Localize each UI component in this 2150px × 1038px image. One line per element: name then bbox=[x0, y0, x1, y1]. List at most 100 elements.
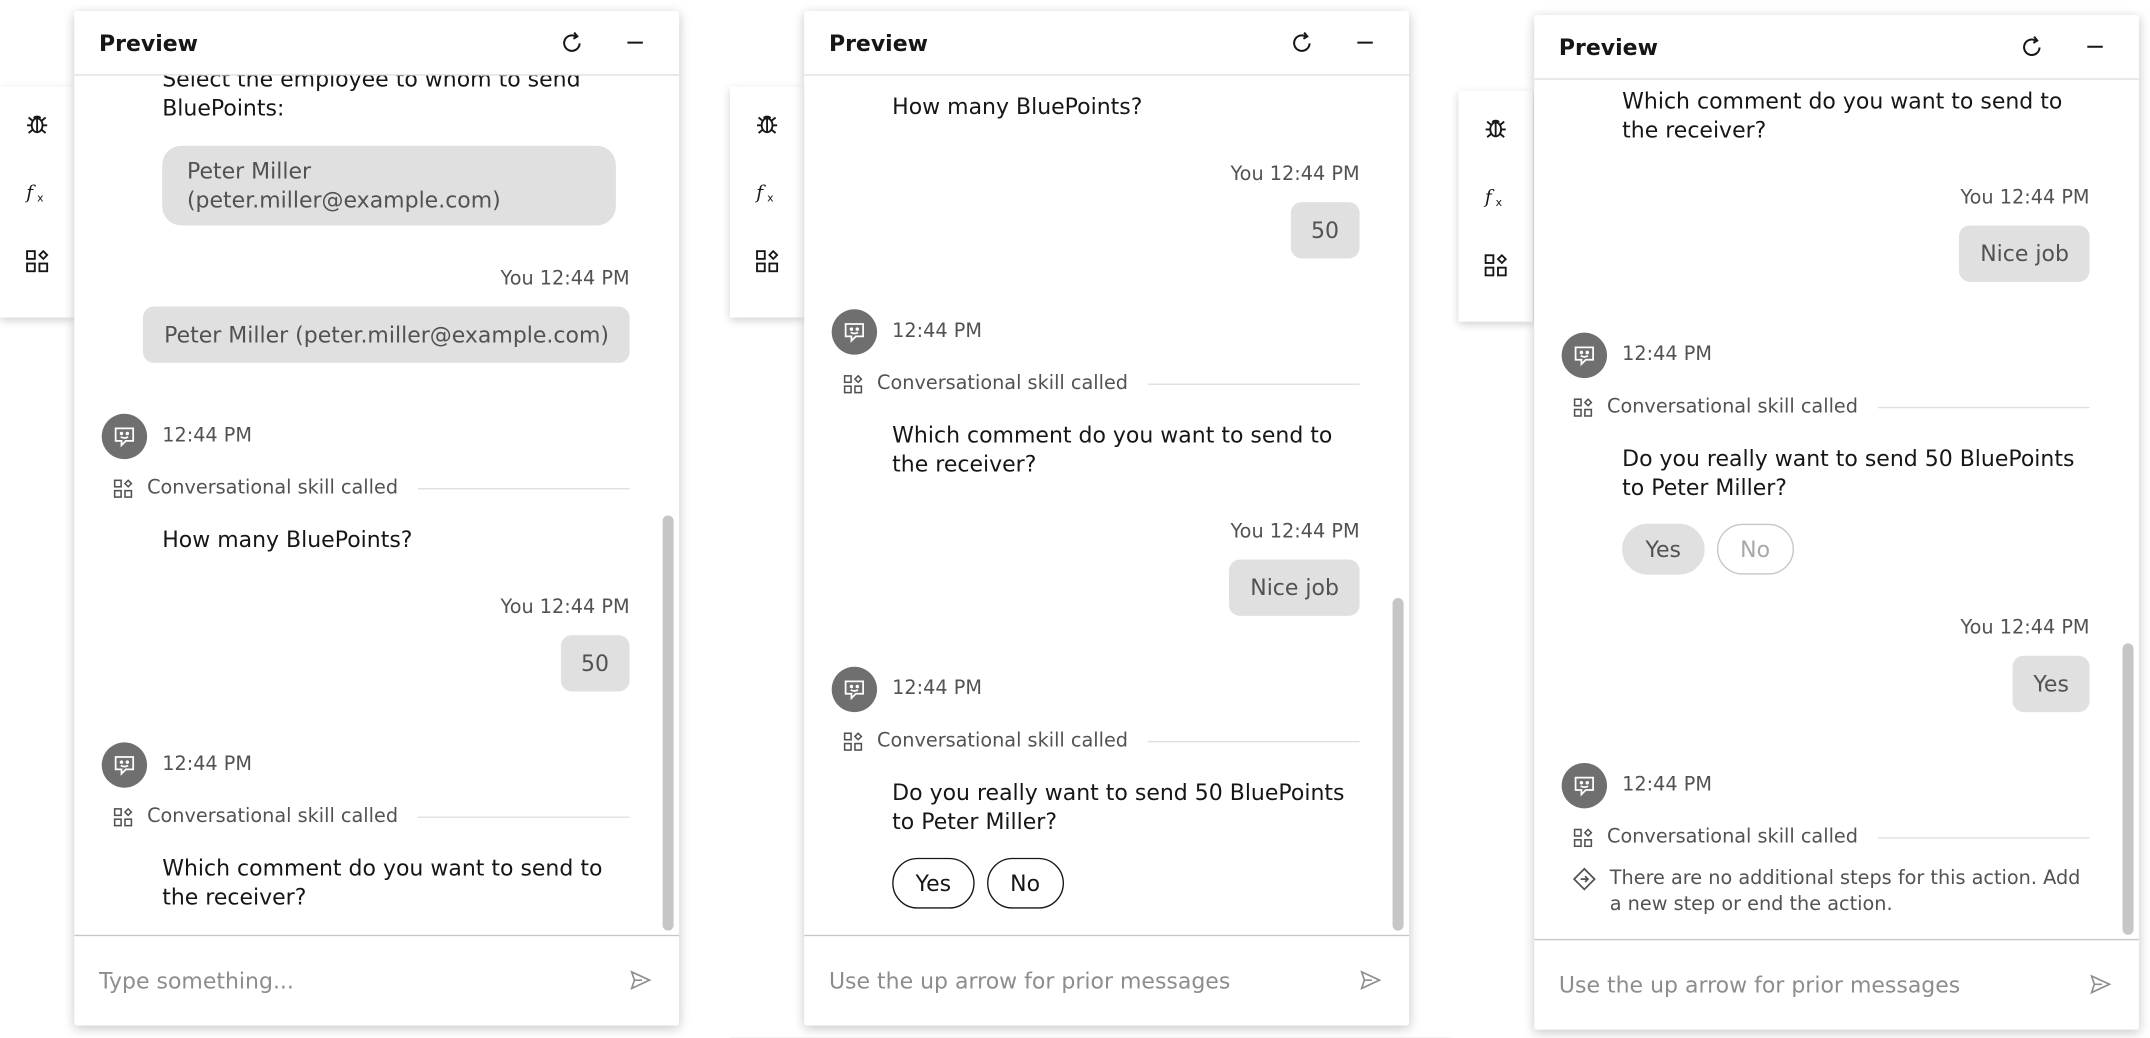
chat-log[interactable]: Which comment do you want to send to the… bbox=[1534, 80, 2140, 941]
skill-label: Conversational skill called bbox=[147, 805, 399, 828]
debug-icon[interactable] bbox=[1479, 115, 1512, 140]
user-timestamp: You 12:44 PM bbox=[1960, 186, 2090, 209]
bot-timestamp: 12:44 PM bbox=[892, 677, 982, 700]
debug-icon[interactable] bbox=[21, 111, 54, 136]
svg-text:x: x bbox=[767, 192, 774, 205]
panel-title: Preview bbox=[1558, 33, 1658, 60]
refresh-icon[interactable] bbox=[2010, 25, 2054, 69]
scrollbar[interactable] bbox=[1392, 597, 1404, 931]
function-icon[interactable]: fx bbox=[21, 180, 54, 205]
svg-text:f: f bbox=[755, 183, 767, 204]
skill-icon[interactable] bbox=[1479, 253, 1512, 278]
chat-log[interactable]: Select the employee to whom to send Blue… bbox=[74, 76, 680, 937]
skill-icon bbox=[843, 731, 863, 751]
minimize-icon[interactable] bbox=[1343, 21, 1387, 65]
panel-header: Preview bbox=[804, 11, 1410, 76]
user-timestamp: You 12:44 PM bbox=[500, 596, 630, 619]
panel-header: Preview bbox=[1534, 15, 2140, 80]
skill-called-row: Conversational skill called bbox=[1573, 822, 2090, 852]
bot-header: 12:44 PM bbox=[1561, 762, 2139, 809]
side-toolbar: fx bbox=[0, 86, 75, 318]
bot-message: Which comment do you want to send to the… bbox=[162, 855, 603, 911]
user-timestamp: You 12:44 PM bbox=[1230, 163, 1360, 186]
input-row bbox=[74, 936, 679, 1024]
confirm-options: Yes No bbox=[1622, 523, 2139, 575]
input-row bbox=[1534, 940, 2139, 1028]
svg-text:f: f bbox=[25, 183, 37, 204]
send-icon[interactable] bbox=[2087, 971, 2114, 998]
bot-chat-icon bbox=[1561, 762, 1608, 808]
skill-icon bbox=[843, 374, 863, 393]
debug-icon[interactable] bbox=[751, 111, 784, 136]
yes-button: Yes bbox=[1622, 523, 1705, 575]
svg-text:x: x bbox=[37, 192, 44, 205]
preview-panel: Preview How many BluePoints? You 12:44 P… bbox=[804, 10, 1410, 1026]
skill-label: Conversational skill called bbox=[877, 729, 1129, 752]
bot-message: How many BluePoints? bbox=[892, 93, 1143, 120]
chat-log[interactable]: How many BluePoints? You 12:44 PM 50 12:… bbox=[804, 76, 1410, 937]
bot-timestamp: 12:44 PM bbox=[1622, 773, 1712, 796]
bot-header: 12:44 PM bbox=[831, 665, 1409, 712]
user-message: Nice job bbox=[1229, 559, 1360, 616]
bot-timestamp: 12:44 PM bbox=[162, 424, 253, 447]
yes-button[interactable]: Yes bbox=[892, 857, 975, 909]
no-button: No bbox=[1716, 523, 1794, 575]
refresh-icon[interactable] bbox=[1280, 21, 1324, 65]
skill-icon bbox=[1573, 827, 1593, 847]
panel-title: Preview bbox=[828, 29, 928, 56]
user-timestamp: You 12:44 PM bbox=[1230, 521, 1360, 544]
skill-label: Conversational skill called bbox=[1607, 395, 1858, 418]
skill-called-row: Conversational skill called bbox=[113, 801, 630, 831]
skill-called-row: Conversational skill called bbox=[843, 368, 1360, 398]
message-input[interactable] bbox=[98, 967, 627, 994]
message-input[interactable] bbox=[828, 967, 1357, 994]
refresh-icon[interactable] bbox=[550, 21, 594, 65]
diamond-step-icon bbox=[1572, 867, 1596, 891]
skill-icon[interactable] bbox=[751, 249, 784, 274]
function-icon[interactable]: fx bbox=[1479, 184, 1512, 209]
no-button[interactable]: No bbox=[986, 857, 1064, 909]
input-row bbox=[804, 936, 1409, 1024]
bot-timestamp: 12:44 PM bbox=[892, 320, 982, 343]
user-message: Yes bbox=[2012, 655, 2090, 713]
scrollbar[interactable] bbox=[662, 515, 674, 931]
bot-chat-icon bbox=[101, 413, 148, 459]
bot-timestamp: 12:44 PM bbox=[162, 753, 253, 776]
skill-called-row: Conversational skill called bbox=[113, 473, 630, 503]
user-message: 50 bbox=[1290, 202, 1360, 259]
svg-text:f: f bbox=[1483, 187, 1495, 208]
send-icon[interactable] bbox=[1357, 966, 1384, 993]
skill-icon bbox=[1573, 397, 1593, 417]
option-button[interactable]: Peter Miller (peter.miller@example.com) bbox=[162, 145, 616, 226]
user-message: Nice job bbox=[1959, 225, 2090, 282]
message-input[interactable] bbox=[1558, 971, 2087, 998]
skill-icon[interactable] bbox=[21, 249, 54, 274]
notice-text: There are no additional steps for this a… bbox=[1609, 867, 2081, 916]
no-steps-notice: There are no additional steps for this a… bbox=[1572, 866, 2090, 918]
minimize-icon[interactable] bbox=[613, 21, 657, 65]
scrollbar[interactable] bbox=[2122, 643, 2134, 935]
user-message: 50 bbox=[560, 635, 630, 692]
bot-chat-icon bbox=[831, 666, 878, 712]
skill-called-row: Conversational skill called bbox=[843, 726, 1360, 756]
bot-message: Do you really want to send 50 BluePoints… bbox=[892, 779, 1345, 835]
bot-message: Do you really want to send 50 BluePoints… bbox=[1622, 445, 2075, 501]
bot-header: 12:44 PM bbox=[101, 412, 679, 459]
skill-label: Conversational skill called bbox=[877, 372, 1129, 395]
confirm-options: Yes No bbox=[892, 857, 1409, 909]
user-timestamp: You 12:44 PM bbox=[500, 268, 630, 291]
bot-message: Which comment do you want to send to the… bbox=[892, 422, 1333, 478]
bot-timestamp: 12:44 PM bbox=[1622, 343, 1712, 366]
bot-header: 12:44 PM bbox=[1561, 331, 2139, 378]
side-toolbar: fx bbox=[729, 86, 805, 318]
panel-title: Preview bbox=[98, 29, 198, 56]
bot-message: Which comment do you want to send to the… bbox=[1622, 87, 2063, 143]
bot-header: 12:44 PM bbox=[831, 308, 1409, 355]
preview-panel: Preview Which comment do you want to sen… bbox=[1534, 15, 2140, 1030]
panel-header: Preview bbox=[74, 11, 680, 76]
minimize-icon[interactable] bbox=[2073, 25, 2117, 69]
send-icon[interactable] bbox=[627, 966, 654, 993]
skill-label: Conversational skill called bbox=[1607, 826, 1858, 849]
function-icon[interactable]: fx bbox=[751, 180, 784, 205]
svg-text:x: x bbox=[1496, 196, 1503, 209]
